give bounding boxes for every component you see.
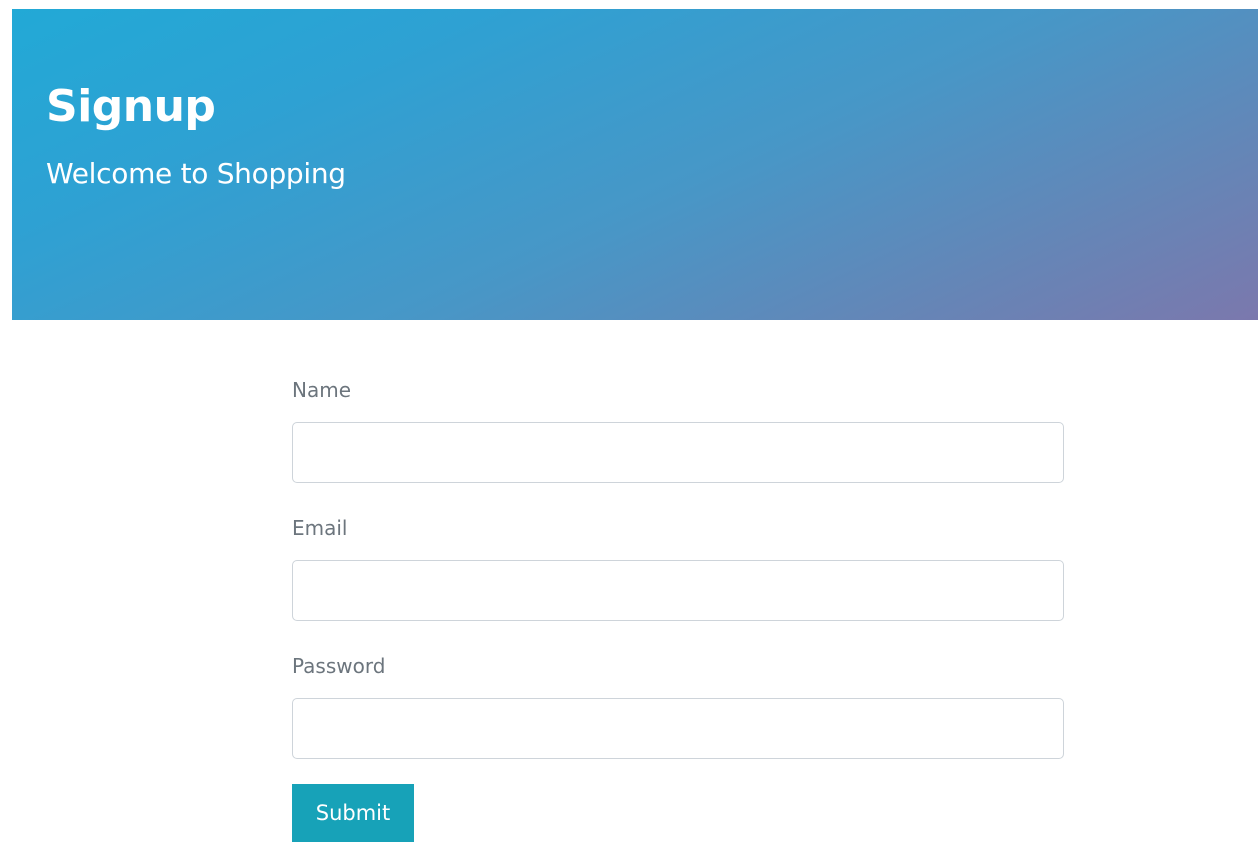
email-input[interactable] — [292, 560, 1064, 621]
name-input[interactable] — [292, 422, 1064, 483]
password-field-group: Password — [292, 648, 1064, 759]
name-field-group: Name — [292, 372, 1064, 483]
page-title: Signup — [46, 81, 216, 132]
email-field-group: Email — [292, 510, 1064, 621]
name-label: Name — [292, 378, 352, 402]
signup-page: Signup Welcome to Shopping Name Email Pa… — [0, 0, 1258, 842]
email-label: Email — [292, 516, 348, 540]
submit-button[interactable]: Submit — [292, 784, 414, 842]
header-banner: Signup Welcome to Shopping — [12, 9, 1258, 320]
password-input[interactable] — [292, 698, 1064, 759]
page-subtitle: Welcome to Shopping — [46, 157, 346, 190]
password-label: Password — [292, 654, 386, 678]
